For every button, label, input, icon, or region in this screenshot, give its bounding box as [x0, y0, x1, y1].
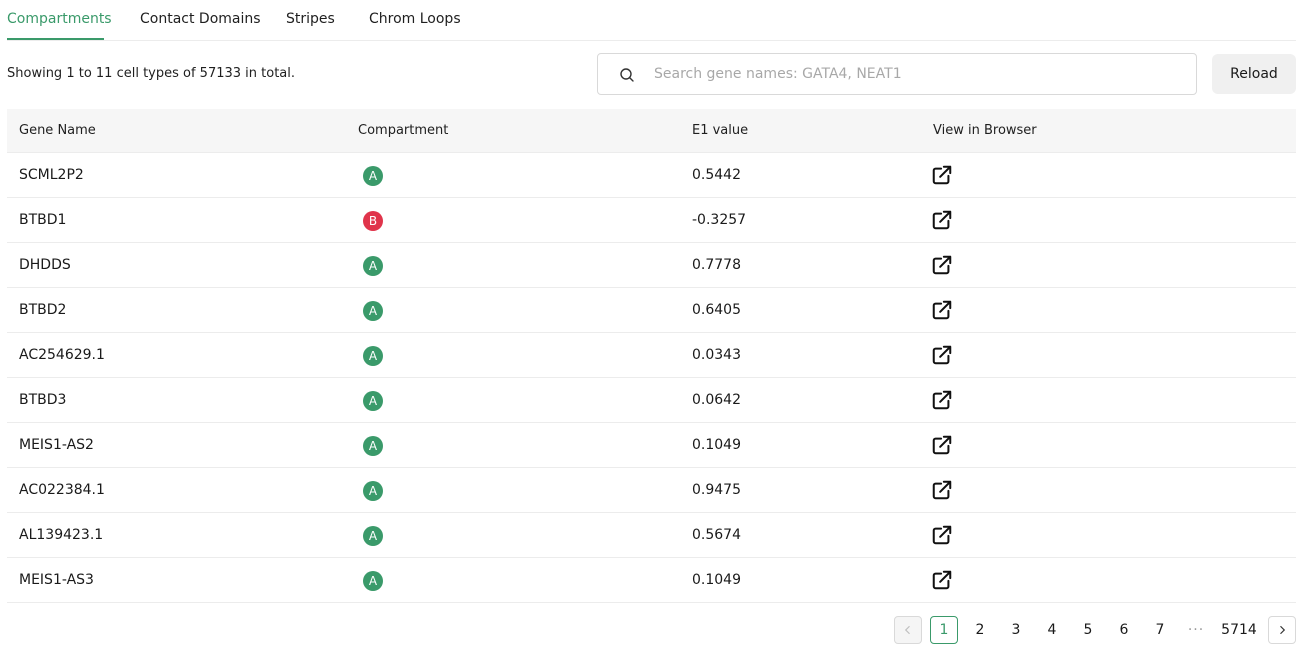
e1-value-cell: 0.6405	[692, 302, 741, 318]
page-5-button[interactable]: 5	[1074, 616, 1102, 644]
page-1-button[interactable]: 1	[930, 616, 958, 644]
table-row: SCML2P2 A 0.5442	[7, 153, 1296, 198]
e1-value-cell: 0.0642	[692, 392, 741, 408]
page-2-button[interactable]: 2	[966, 616, 994, 644]
table-row: AL139423.1 A 0.5674	[7, 513, 1296, 558]
tab-stripes[interactable]: Stripes	[286, 10, 335, 28]
reload-button[interactable]: Reload	[1212, 54, 1296, 94]
gene-table: Gene Name Compartment E1 value View in B…	[7, 109, 1296, 603]
e1-value-cell: -0.3257	[692, 212, 747, 228]
gene-name-cell: BTBD1	[19, 212, 67, 228]
e1-value-cell: 0.1049	[692, 437, 741, 453]
gene-name-cell: AC022384.1	[19, 482, 105, 498]
chevron-left-icon	[904, 625, 910, 635]
gene-name-cell: BTBD2	[19, 302, 67, 318]
page-3-button[interactable]: 3	[1002, 616, 1030, 644]
external-link-icon[interactable]	[931, 164, 953, 186]
gene-name-cell: DHDDS	[19, 257, 71, 273]
table-row: MEIS1-AS3 A 0.1049	[7, 558, 1296, 603]
external-link-icon[interactable]	[931, 389, 953, 411]
search-icon	[620, 68, 634, 82]
external-link-icon[interactable]	[931, 524, 953, 546]
table-row: BTBD3 A 0.0642	[7, 378, 1296, 423]
pagination-ellipsis: ···	[1187, 622, 1205, 638]
table-row: BTBD1 B -0.3257	[7, 198, 1296, 243]
external-link-icon[interactable]	[931, 569, 953, 591]
column-header-view-in-browser: View in Browser	[933, 123, 1037, 138]
compartment-badge: B	[363, 211, 383, 231]
external-link-icon[interactable]	[931, 299, 953, 321]
tab-compartments[interactable]: Compartments	[7, 10, 112, 28]
compartment-badge: A	[363, 256, 383, 276]
compartment-badge: A	[363, 391, 383, 411]
external-link-icon[interactable]	[931, 479, 953, 501]
page-last-button[interactable]: 5714	[1218, 616, 1260, 644]
column-header-gene-name: Gene Name	[19, 123, 96, 138]
table-row: AC022384.1 A 0.9475	[7, 468, 1296, 513]
compartment-badge: A	[363, 166, 383, 186]
external-link-icon[interactable]	[931, 209, 953, 231]
next-page-button[interactable]	[1268, 616, 1296, 644]
table-header: Gene Name Compartment E1 value View in B…	[7, 109, 1296, 153]
gene-name-cell: AC254629.1	[19, 347, 105, 363]
page-4-button[interactable]: 4	[1038, 616, 1066, 644]
search-input[interactable]	[654, 62, 1174, 86]
tab-contact-domains[interactable]: Contact Domains	[140, 10, 261, 28]
column-header-e1-value: E1 value	[692, 123, 749, 138]
table-body: SCML2P2 A 0.5442 BTBD1 B -0.3257 DHDDS A 0.7778 B…	[7, 153, 1296, 603]
compartment-badge: A	[363, 301, 383, 321]
page-6-button[interactable]: 6	[1110, 616, 1138, 644]
e1-value-cell: 0.9475	[692, 482, 741, 498]
e1-value-cell: 0.7778	[692, 257, 741, 273]
chevron-right-icon	[1280, 625, 1286, 635]
external-link-icon[interactable]	[931, 254, 953, 276]
gene-name-cell: MEIS1-AS2	[19, 437, 94, 453]
external-link-icon[interactable]	[931, 344, 953, 366]
e1-value-cell: 0.0343	[692, 347, 741, 363]
column-header-compartment: Compartment	[358, 123, 449, 138]
active-tab-indicator	[7, 38, 104, 40]
table-row: AC254629.1 A 0.0343	[7, 333, 1296, 378]
compartment-badge: A	[363, 571, 383, 591]
table-row: BTBD2 A 0.6405	[7, 288, 1296, 333]
tab-chrom-loops[interactable]: Chrom Loops	[369, 10, 461, 28]
tab-bar: Compartments Contact Domains Stripes Chr…	[7, 0, 1296, 41]
table-row: DHDDS A 0.7778	[7, 243, 1296, 288]
e1-value-cell: 0.1049	[692, 572, 741, 588]
results-summary: Showing 1 to 11 cell types of 57133 in t…	[7, 66, 296, 81]
search-box[interactable]	[597, 53, 1197, 95]
compartment-badge: A	[363, 526, 383, 546]
e1-value-cell: 0.5442	[692, 167, 741, 183]
table-row: MEIS1-AS2 A 0.1049	[7, 423, 1296, 468]
compartment-badge: A	[363, 346, 383, 366]
page-7-button[interactable]: 7	[1146, 616, 1174, 644]
compartment-badge: A	[363, 481, 383, 501]
gene-name-cell: MEIS1-AS3	[19, 572, 94, 588]
gene-name-cell: AL139423.1	[19, 527, 104, 543]
e1-value-cell: 0.5674	[692, 527, 741, 543]
gene-name-cell: SCML2P2	[19, 167, 84, 183]
compartment-badge: A	[363, 436, 383, 456]
prev-page-button	[894, 616, 922, 644]
external-link-icon[interactable]	[931, 434, 953, 456]
gene-name-cell: BTBD3	[19, 392, 67, 408]
